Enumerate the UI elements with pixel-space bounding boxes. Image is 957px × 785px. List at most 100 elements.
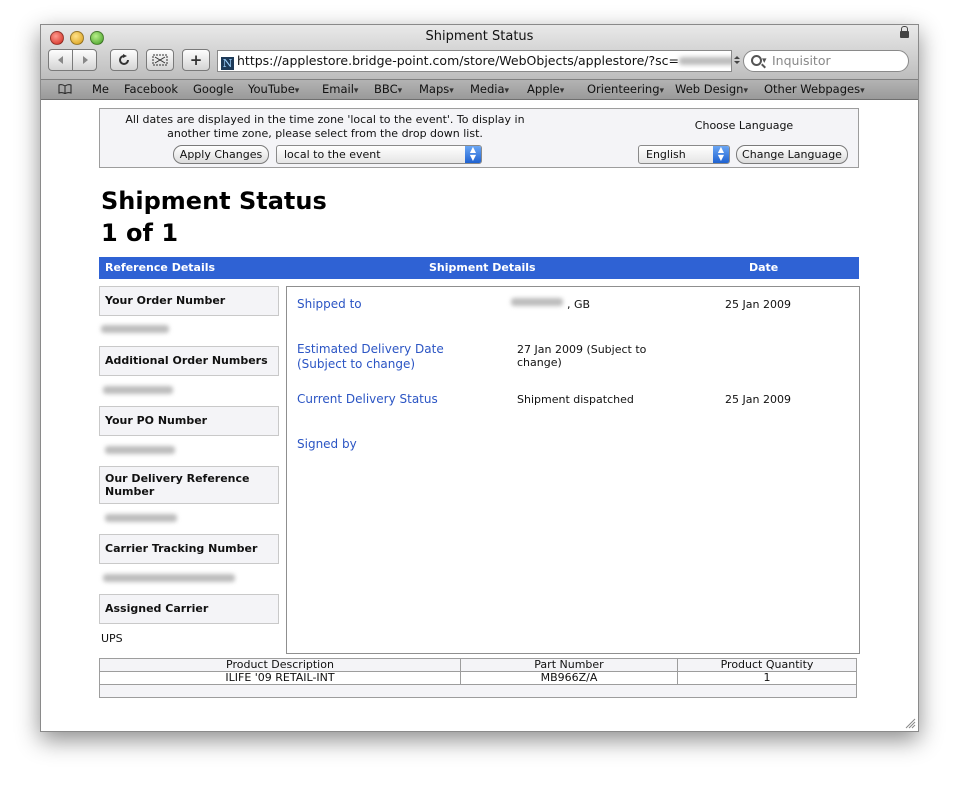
add-bookmark-button[interactable]: +: [182, 49, 210, 71]
table-footer-row: [99, 684, 857, 698]
shipment-details-panel: Shipped to , GB 25 Jan 2009 Estimated De…: [286, 286, 860, 654]
column-header: Product Description: [99, 658, 461, 672]
assigned-carrier-label: Assigned Carrier: [99, 594, 279, 624]
select-arrows-icon: ▲ ▼: [713, 146, 729, 163]
table-footer: [99, 684, 857, 698]
chevron-down-icon: ▾: [397, 86, 403, 96]
timezone-select[interactable]: local to the event ▲ ▼: [276, 145, 482, 164]
bookmark-label: Me: [92, 82, 109, 96]
additional-order-numbers-label: Additional Order Numbers: [99, 346, 279, 376]
language-select[interactable]: English ▲ ▼: [638, 145, 730, 164]
title-bar: Shipment Status + Nhttps://applestore.br…: [41, 25, 918, 80]
bookmark-label: Google: [193, 82, 234, 96]
header-reference: Reference Details: [105, 261, 216, 274]
snip-button[interactable]: [146, 49, 174, 71]
back-arrow-icon: [57, 56, 63, 64]
po-number-label: Your PO Number: [99, 406, 279, 436]
delivery-status-date: 25 Jan 2009: [725, 393, 791, 406]
forward-arrow-icon: [82, 56, 88, 64]
back-button[interactable]: [48, 49, 73, 71]
apply-changes-button[interactable]: Apply Changes: [173, 145, 269, 164]
search-icon: [751, 55, 762, 66]
details-header: Reference Details Shipment Details Date: [99, 257, 859, 279]
column-header: Part Number: [460, 658, 678, 672]
redacted-value: [511, 298, 563, 306]
product-description: ILIFE '09 RETAIL-INT: [99, 671, 461, 685]
bookmark-label: Web Design: [675, 82, 744, 96]
chevron-down-icon: ▾: [449, 86, 454, 96]
search-input[interactable]: Inquisitor: [772, 51, 831, 71]
redacted-url: [679, 57, 731, 65]
site-favicon-icon: N: [221, 57, 234, 70]
bookmark-label: YouTube: [248, 82, 295, 96]
page-content: All dates are displayed in the time zone…: [41, 100, 918, 731]
header-date: Date: [749, 261, 779, 274]
chevron-down-icon: ▾: [860, 86, 865, 96]
bookmark-item[interactable]: Facebook: [124, 82, 178, 96]
lock-icon: [900, 26, 909, 38]
table-row: ILIFE '09 RETAIL-INT MB966Z/A 1: [99, 671, 857, 685]
reload-icon: [119, 54, 129, 65]
bookmark-label: Orienteering: [587, 82, 660, 96]
header-shipment: Shipment Details: [429, 261, 536, 274]
signed-by-link[interactable]: Signed by: [297, 437, 497, 452]
estimated-delivery-value: 27 Jan 2009 (Subject to change): [517, 343, 647, 369]
change-language-button[interactable]: Change Language: [736, 145, 848, 164]
redacted-value: [101, 325, 169, 333]
bookmark-item[interactable]: Orienteering▾: [587, 82, 664, 96]
forward-button[interactable]: [72, 49, 97, 71]
delivery-reference-label: Our Delivery Reference Number: [99, 466, 279, 504]
window-title: Shipment Status: [425, 29, 534, 44]
product-quantity: 1: [677, 671, 857, 685]
bookmark-item[interactable]: YouTube▾: [248, 82, 299, 96]
bookmark-item[interactable]: Email▾: [322, 82, 358, 96]
bookmark-item[interactable]: Other Webpages▾: [764, 82, 865, 96]
chevron-down-icon: ▾: [294, 86, 300, 96]
part-number: MB966Z/A: [460, 671, 678, 685]
bookmark-label: BBC: [374, 82, 398, 96]
bookmark-item[interactable]: Me: [92, 82, 109, 96]
bookmark-label: Apple: [527, 82, 560, 96]
language-selected: English: [646, 148, 686, 161]
select-arrows-icon: ▲ ▼: [465, 146, 481, 163]
bookmarks-bar: Me Facebook Google YouTube▾ Email▾ BBC▾ Maps▾ M…: [41, 80, 918, 100]
shipped-date: 25 Jan 2009: [725, 298, 791, 311]
language-heading: Choose Language: [694, 119, 794, 132]
search-menu-icon: ▾: [762, 56, 767, 66]
chevron-down-icon: ▾: [504, 86, 510, 96]
url-dropdown-icon[interactable]: [734, 56, 740, 64]
delivery-status-link[interactable]: Current Delivery Status: [297, 392, 497, 407]
scissors-icon: [152, 54, 168, 66]
products-header-row: Product Description Part Number Product …: [99, 658, 857, 672]
chevron-down-icon: ▾: [559, 86, 565, 96]
reload-button[interactable]: [110, 49, 138, 71]
bookmark-item[interactable]: Maps▾: [419, 82, 454, 96]
resize-grip-icon[interactable]: [905, 718, 916, 729]
bookmark-label: Facebook: [124, 82, 179, 96]
bookmark-label: Maps: [419, 82, 450, 96]
estimated-delivery-link[interactable]: Estimated Delivery Date (Subject to chan…: [297, 342, 497, 372]
address-bar[interactable]: Nhttps://applestore.bridge-point.com/sto…: [217, 50, 732, 72]
redacted-value: [105, 446, 175, 454]
bookmark-item[interactable]: BBC▾: [374, 82, 402, 96]
bookmark-label: Media: [470, 82, 505, 96]
timezone-selected: local to the event: [284, 148, 381, 161]
search-field[interactable]: ▾ Inquisitor: [743, 50, 909, 72]
products-table: Product Description Part Number Product …: [99, 658, 857, 698]
bookmark-item[interactable]: Google: [193, 82, 234, 96]
chevron-down-icon: ▾: [743, 86, 748, 96]
chevron-down-icon: ▾: [659, 86, 665, 96]
redacted-value: [103, 386, 173, 394]
shipped-to-link[interactable]: Shipped to: [297, 297, 497, 312]
timezone-panel: All dates are displayed in the time zone…: [99, 108, 859, 168]
assigned-carrier-value: UPS: [101, 632, 123, 645]
url-text: https://applestore.bridge-point.com/stor…: [237, 53, 679, 68]
book-icon[interactable]: [58, 84, 72, 94]
redacted-value: [103, 574, 235, 582]
order-number-label: Your Order Number: [99, 286, 279, 316]
bookmark-label: Email: [322, 82, 354, 96]
chevron-down-icon: ▾: [353, 86, 359, 96]
bookmark-item[interactable]: Web Design▾: [675, 82, 748, 96]
bookmark-item[interactable]: Apple▾: [527, 82, 564, 96]
bookmark-item[interactable]: Media▾: [470, 82, 509, 96]
